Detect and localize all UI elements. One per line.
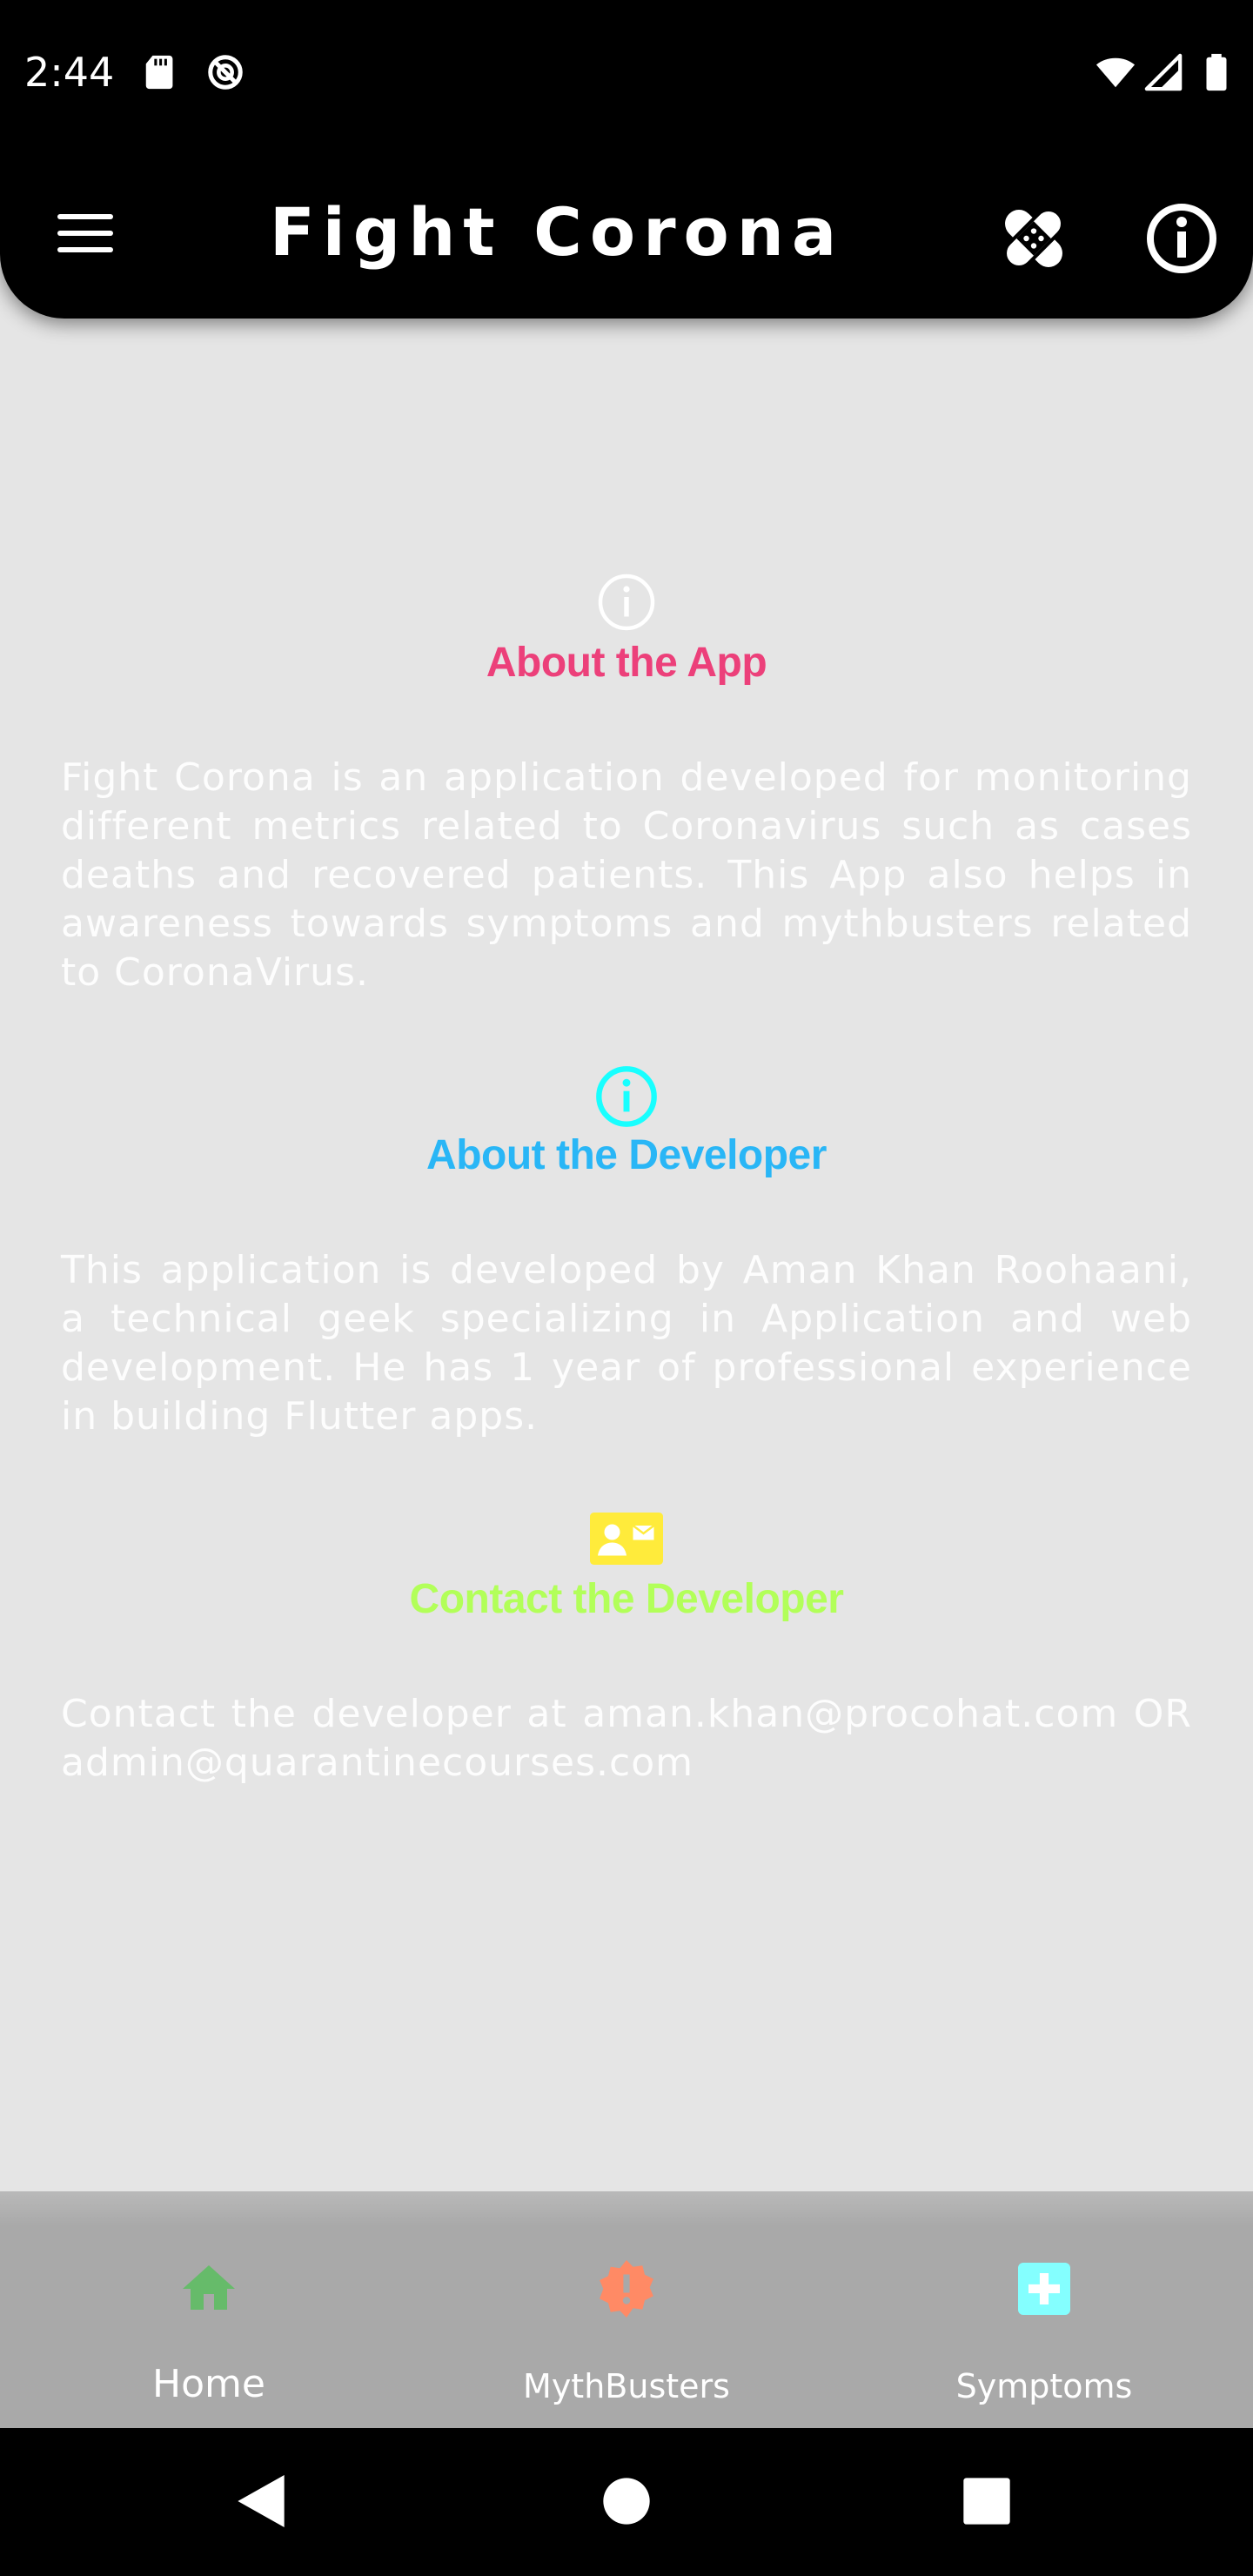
status-time: 2:44 (24, 49, 115, 96)
info-icon[interactable] (1140, 197, 1223, 280)
about-developer-body: This application is developed by Aman Kh… (61, 1248, 1192, 1439)
status-bar: 2:44 (0, 0, 1253, 148)
nav-label-mythbusters: MythBusters (523, 2367, 730, 2405)
contact-developer-title: Contact the Developer (409, 1576, 844, 1622)
about-app-title: About the App (486, 640, 767, 686)
nav-item-home[interactable]: Home (0, 2191, 418, 2428)
home-circle-icon[interactable] (592, 2466, 661, 2536)
info-outline-icon (596, 1066, 657, 1127)
system-navigation-bar (0, 2428, 1253, 2576)
content: About the App Fight Corona is an applica… (0, 319, 1253, 2191)
info-outline-icon (598, 574, 655, 631)
bottom-navigation: Home MythBusters Symptoms (0, 2191, 1253, 2428)
top-bar: 2:44 Fight Corona (0, 0, 1253, 319)
contact-card-icon (590, 1513, 663, 1565)
nav-item-symptoms[interactable]: Symptoms (835, 2191, 1253, 2428)
wifi-icon (1096, 57, 1136, 88)
app-bar: Fight Corona (0, 148, 1253, 319)
about-developer-title: About the Developer (426, 1132, 827, 1178)
nav-label-symptoms: Symptoms (955, 2367, 1133, 2405)
sd-card-icon (145, 55, 173, 90)
home-icon (183, 2265, 235, 2310)
do-not-disturb-icon (208, 55, 243, 90)
back-icon[interactable] (226, 2466, 296, 2536)
bandage-icon[interactable] (992, 197, 1075, 280)
nav-item-mythbusters[interactable]: MythBusters (418, 2191, 835, 2428)
recents-icon[interactable] (952, 2466, 1022, 2536)
alert-badge-icon (600, 2260, 653, 2318)
medical-cross-icon (1018, 2263, 1070, 2315)
about-app-body: Fight Corona is an application developed… (61, 755, 1192, 995)
battery-icon (1206, 53, 1227, 91)
contact-developer-body: Contact the developer at aman.khan@proco… (61, 1692, 1192, 1785)
cellular-signal-icon (1144, 53, 1183, 91)
nav-label-home: Home (152, 2362, 265, 2406)
